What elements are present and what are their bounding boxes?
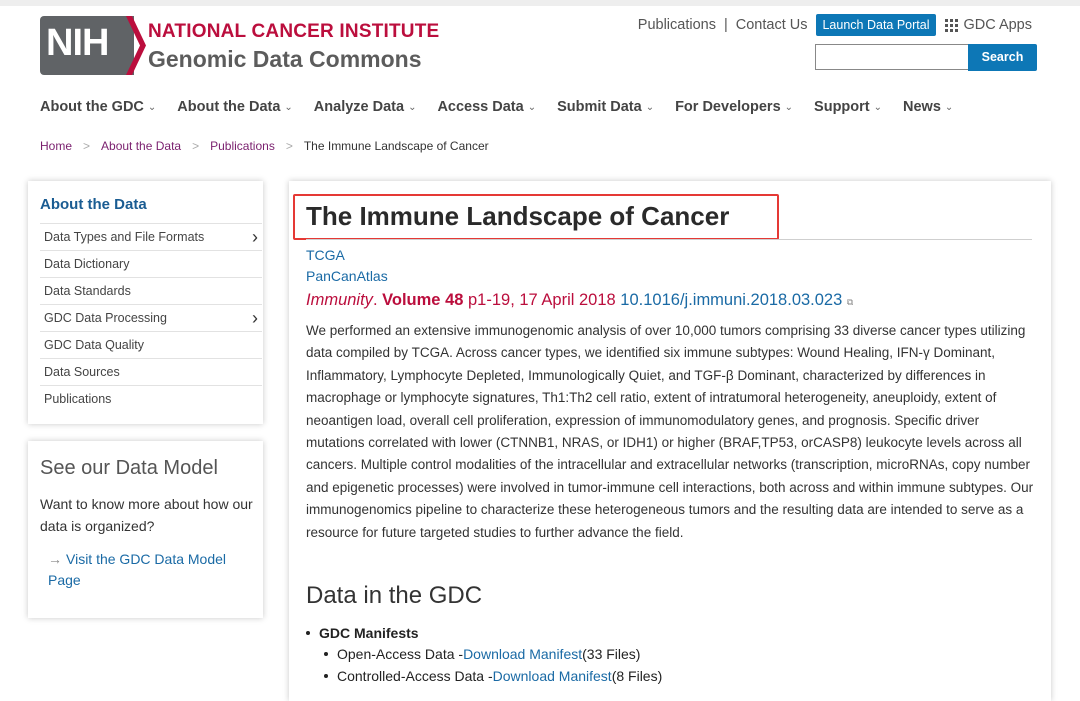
sidebar-item-data-types[interactable]: Data Types and File Formats › (40, 223, 262, 250)
nav-support[interactable]: Support ⌄ (814, 99, 882, 115)
sidebar-item-data-standards[interactable]: Data Standards (40, 277, 262, 304)
list-item: Controlled-Access Data - Download Manife… (306, 665, 662, 687)
abstract-text: We performed an extensive immunogenomic … (306, 323, 1034, 540)
article-panel: The Immune Landscape of Cancer TCGA PanC… (289, 181, 1051, 701)
institute-name: NATIONAL CANCER INSTITUTE (148, 21, 440, 42)
sidebar-list: Data Types and File Formats › Data Dictio… (40, 223, 262, 412)
nav-for-developers[interactable]: For Developers ⌄ (675, 99, 793, 115)
breadcrumb-separator: > (192, 139, 200, 153)
citation-journal: Immunity (306, 291, 373, 309)
nih-chevron-icon (126, 16, 146, 75)
breadcrumb-about-the-data[interactable]: About the Data (101, 139, 181, 153)
section-heading-data-in-gdc: Data in the GDC (306, 582, 483, 609)
chevron-down-icon: ⌄ (527, 101, 537, 113)
list-item: Open-Access Data - Download Manifest (33… (306, 643, 662, 665)
breadcrumb-separator: > (285, 139, 293, 153)
sidebar-item-data-quality[interactable]: GDC Data Quality (40, 331, 262, 358)
citation: Immunity. Volume 48 p1-19, 17 April 2018… (306, 291, 853, 310)
chevron-down-icon: ⌄ (944, 101, 954, 113)
breadcrumb-separator: > (83, 139, 91, 153)
data-model-card: See our Data Model Want to know more abo… (28, 441, 263, 618)
apps-grid-icon (944, 18, 958, 32)
sidebar-about-the-data: About the Data Data Types and File Forma… (28, 181, 263, 424)
chevron-down-icon: ⌄ (284, 101, 293, 113)
citation-journal-separator: . (372, 291, 383, 309)
breadcrumb-home[interactable]: Home (40, 139, 72, 153)
top-strip (0, 0, 1080, 6)
chevron-down-icon: ⌄ (645, 101, 655, 113)
gdc-apps-button[interactable]: GDC Apps (944, 17, 1033, 33)
sidebar-item-publications[interactable]: Publications (40, 385, 262, 412)
search-input[interactable] (815, 44, 969, 70)
chevron-down-icon: ⌄ (147, 101, 157, 113)
data-model-title: See our Data Model (40, 457, 218, 479)
bullet-icon (324, 674, 328, 678)
nav-submit-data[interactable]: Submit Data ⌄ (557, 99, 654, 115)
nav-analyze-data[interactable]: Analyze Data ⌄ (314, 99, 417, 115)
sidebar-title[interactable]: About the Data (40, 196, 147, 213)
nav-news[interactable]: News ⌄ (903, 99, 953, 115)
chevron-right-icon[interactable]: › (252, 309, 262, 327)
nih-logo-text: NIH (46, 22, 109, 64)
search-button[interactable]: Search (968, 44, 1037, 71)
data-model-description: Want to know more about how our data is … (40, 496, 253, 534)
tag-tcga[interactable]: TCGA (306, 247, 345, 263)
manifest-list: GDC Manifests Open-Access Data - Downloa… (306, 623, 662, 687)
breadcrumb-publications[interactable]: Publications (210, 139, 275, 153)
site-name: Genomic Data Commons (148, 46, 422, 72)
nav-about-the-data[interactable]: About the Data ⌄ (177, 99, 293, 115)
bullet-icon (306, 631, 310, 635)
breadcrumb-current: The Immune Landscape of Cancer (303, 139, 489, 153)
utility-nav: Publications | Contact Us Launch Data Po… (638, 14, 1032, 36)
doi-link[interactable]: 10.1016/j.immuni.2018.03.023 (620, 291, 842, 309)
utility-separator: | (723, 17, 728, 33)
list-item: GDC Manifests (306, 623, 662, 643)
sidebar-item-data-processing[interactable]: GDC Data Processing › (40, 304, 262, 331)
launch-data-portal-button[interactable]: Launch Data Portal (816, 14, 936, 36)
data-model-link[interactable]: → Visit the GDC Data Model Page (40, 549, 258, 591)
chevron-down-icon: ⌄ (784, 101, 794, 113)
sidebar-item-data-sources[interactable]: Data Sources (40, 358, 262, 385)
chevron-right-icon[interactable]: › (252, 228, 262, 246)
nav-about-the-gdc[interactable]: About the GDC ⌄ (40, 99, 156, 115)
download-manifest-open-link[interactable]: Download Manifest (463, 646, 582, 662)
arrow-right-icon: → (48, 551, 62, 567)
tag-pancanatlas[interactable]: PanCanAtlas (306, 268, 388, 284)
citation-pages-date: p1-19, 17 April 2018 (463, 291, 621, 309)
publications-link[interactable]: Publications (638, 17, 716, 33)
chevron-down-icon: ⌄ (408, 101, 417, 113)
contact-us-link[interactable]: Contact Us (736, 17, 808, 33)
main-nav: About the GDC ⌄ About the Data ⌄ Analyze D… (40, 99, 974, 115)
sidebar-item-data-dictionary[interactable]: Data Dictionary (40, 250, 262, 277)
citation-volume: Volume 48 (382, 291, 464, 309)
gdc-apps-label: GDC Apps (963, 17, 1033, 33)
title-divider (306, 239, 1032, 240)
chevron-down-icon: ⌄ (873, 101, 883, 113)
breadcrumb: Home > About the Data > Publications > T… (40, 139, 489, 153)
nav-access-data[interactable]: Access Data ⌄ (437, 99, 536, 115)
nih-logo-box: NIH (40, 16, 134, 75)
page-title: The Immune Landscape of Cancer (306, 201, 730, 231)
bullet-icon (324, 652, 328, 656)
download-manifest-controlled-link[interactable]: Download Manifest (493, 668, 612, 684)
external-link-icon: ⧉ (846, 297, 854, 307)
